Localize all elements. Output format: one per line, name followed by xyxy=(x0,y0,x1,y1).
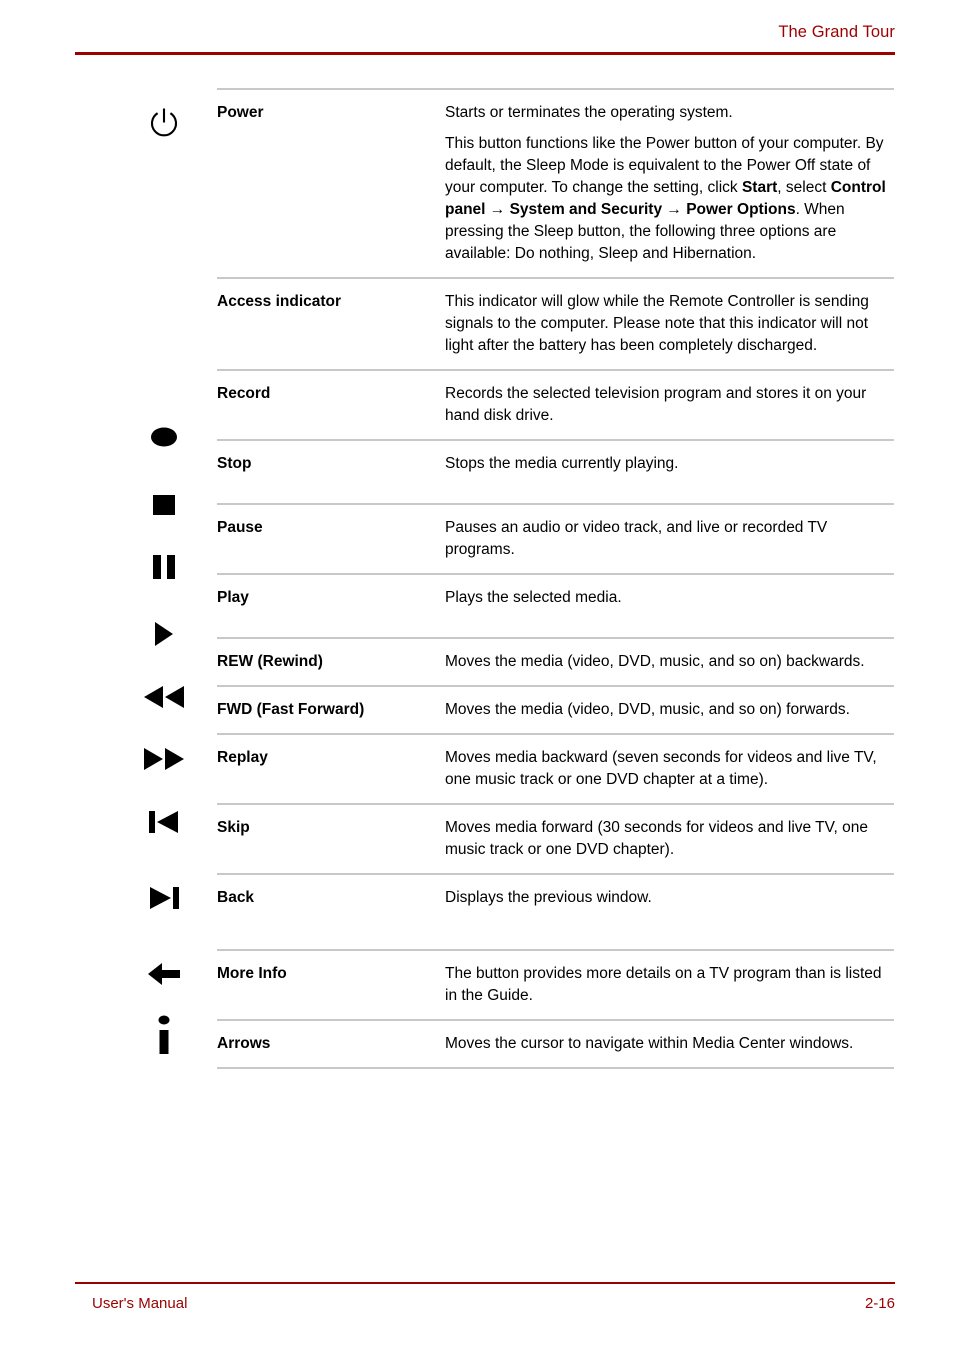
table-row: Power Starts or terminates the operating… xyxy=(217,88,894,277)
row-label: Access indicator xyxy=(217,293,342,310)
row-label: Play xyxy=(217,589,249,606)
row-description: Displays the previous window. xyxy=(445,875,894,949)
table-row: Replay Moves media backward (seven secon… xyxy=(217,733,894,803)
row-description: Records the selected television program … xyxy=(445,371,894,439)
row-description: Stops the media currently playing. xyxy=(445,441,894,503)
row-label: Power xyxy=(217,104,264,121)
row-paragraph: This indicator will glow while the Remot… xyxy=(445,293,869,354)
row-description: Moves the media (video, DVD, music, and … xyxy=(445,687,894,733)
fast-forward-icon xyxy=(118,747,210,771)
row-description: Moves media backward (seven seconds for … xyxy=(445,735,894,803)
footer-page-number: 2-16 xyxy=(864,1295,895,1312)
pause-icon xyxy=(118,554,210,580)
footer-manual-label: User's Manual xyxy=(92,1295,188,1312)
table-row: Access indicator This indicator will glo… xyxy=(217,277,894,369)
row-label: FWD (Fast Forward) xyxy=(217,701,365,718)
row-paragraph: Stops the media currently playing. xyxy=(445,455,679,472)
row-label: Replay xyxy=(217,749,268,766)
row-description: Moves the media (video, DVD, music, and … xyxy=(445,639,894,685)
page-header: The Grand Tour xyxy=(75,22,895,58)
row-paragraph: Moves the media (video, DVD, music, and … xyxy=(445,653,865,670)
play-icon xyxy=(118,621,210,647)
table-row: Record Records the selected television p… xyxy=(217,369,894,439)
skip-icon xyxy=(118,886,210,910)
rewind-icon xyxy=(118,685,210,709)
row-paragraph: Pauses an audio or video track, and live… xyxy=(445,519,828,558)
row-paragraph: Moves the media (video, DVD, music, and … xyxy=(445,701,850,718)
row-paragraph: Displays the previous window. xyxy=(445,889,652,906)
row-label: Arrows xyxy=(217,1035,271,1052)
row-paragraph: Starts or terminates the operating syste… xyxy=(445,104,733,121)
row-paragraph: Moves media forward (30 seconds for vide… xyxy=(445,819,869,858)
row-description: Moves media forward (30 seconds for vide… xyxy=(445,805,894,873)
table-row: Arrows Moves the cursor to navigate with… xyxy=(217,1019,894,1069)
row-paragraph: Moves media backward (seven seconds for … xyxy=(445,749,877,788)
row-label: Pause xyxy=(217,519,263,536)
row-description: The button provides more details on a TV… xyxy=(445,951,894,1019)
row-label: REW (Rewind) xyxy=(217,653,323,670)
row-label: Skip xyxy=(217,819,250,836)
row-label: Back xyxy=(217,889,255,906)
row-label: More Info xyxy=(217,965,287,982)
row-description: This indicator will glow while the Remot… xyxy=(445,279,894,369)
page-footer: User's Manual 2-16 xyxy=(75,1282,895,1322)
row-description: Plays the selected media. xyxy=(445,575,894,637)
row-paragraph: This button functions like the Power but… xyxy=(445,135,886,262)
row-paragraph: The button provides more details on a TV… xyxy=(445,965,882,1004)
table-row: Stop Stops the media currently playing. xyxy=(217,439,894,503)
table-row: Back Displays the previous window. xyxy=(217,873,894,949)
back-arrow-icon xyxy=(118,960,210,988)
remote-controller-button-table: Power Starts or terminates the operating… xyxy=(217,88,894,1069)
row-description: Moves the cursor to navigate within Medi… xyxy=(445,1021,894,1067)
power-icon xyxy=(118,106,210,140)
row-paragraph: Records the selected television program … xyxy=(445,385,867,424)
stop-icon xyxy=(118,494,210,516)
table-row: REW (Rewind) Moves the media (video, DVD… xyxy=(217,637,894,685)
table-row: FWD (Fast Forward) Moves the media (vide… xyxy=(217,685,894,733)
page-header-title: The Grand Tour xyxy=(778,23,895,41)
row-description: Starts or terminates the operating syste… xyxy=(445,90,894,277)
row-label: Record xyxy=(217,385,271,402)
icon-gutter xyxy=(118,88,210,1148)
replay-icon xyxy=(118,810,210,834)
table-row: Skip Moves media forward (30 seconds for… xyxy=(217,803,894,873)
more-info-icon xyxy=(118,1014,210,1056)
table-row: Play Plays the selected media. xyxy=(217,573,894,637)
row-paragraph: Moves the cursor to navigate within Medi… xyxy=(445,1035,854,1052)
footer-divider-rule xyxy=(75,1282,895,1285)
row-paragraph: Plays the selected media. xyxy=(445,589,622,606)
record-icon xyxy=(118,425,210,449)
row-label: Stop xyxy=(217,455,252,472)
table-row: More Info The button provides more detai… xyxy=(217,949,894,1019)
header-divider-rule xyxy=(75,52,895,55)
table-row: Pause Pauses an audio or video track, an… xyxy=(217,503,894,573)
row-description: Pauses an audio or video track, and live… xyxy=(445,505,894,573)
